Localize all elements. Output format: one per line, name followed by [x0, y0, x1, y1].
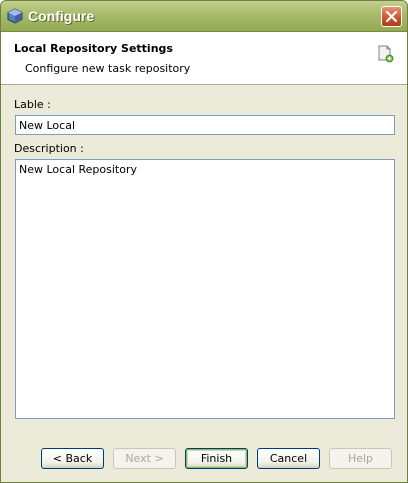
- back-button[interactable]: < Back: [41, 448, 104, 469]
- cancel-button[interactable]: Cancel: [257, 448, 320, 469]
- description-caption: Description :: [14, 142, 84, 155]
- finish-button[interactable]: Finish: [185, 448, 248, 469]
- description-textarea[interactable]: New Local Repository: [15, 159, 395, 419]
- close-icon: [385, 10, 398, 23]
- header-title: Local Repository Settings: [14, 42, 173, 55]
- label-input[interactable]: [15, 115, 395, 135]
- wizard-header: Local Repository Settings Configure new …: [1, 32, 407, 85]
- configure-dialog: Configure Local Repository Settings Conf…: [0, 0, 408, 483]
- repository-add-icon: [378, 45, 394, 63]
- window-title: Configure: [28, 8, 95, 24]
- next-button: Next >: [113, 448, 176, 469]
- label-caption: Lable :: [14, 98, 51, 111]
- help-button: Help: [329, 448, 392, 469]
- header-subtitle: Configure new task repository: [25, 62, 191, 75]
- close-button[interactable]: [381, 6, 402, 27]
- title-bar[interactable]: Configure: [1, 1, 407, 32]
- app-cube-icon: [7, 8, 23, 24]
